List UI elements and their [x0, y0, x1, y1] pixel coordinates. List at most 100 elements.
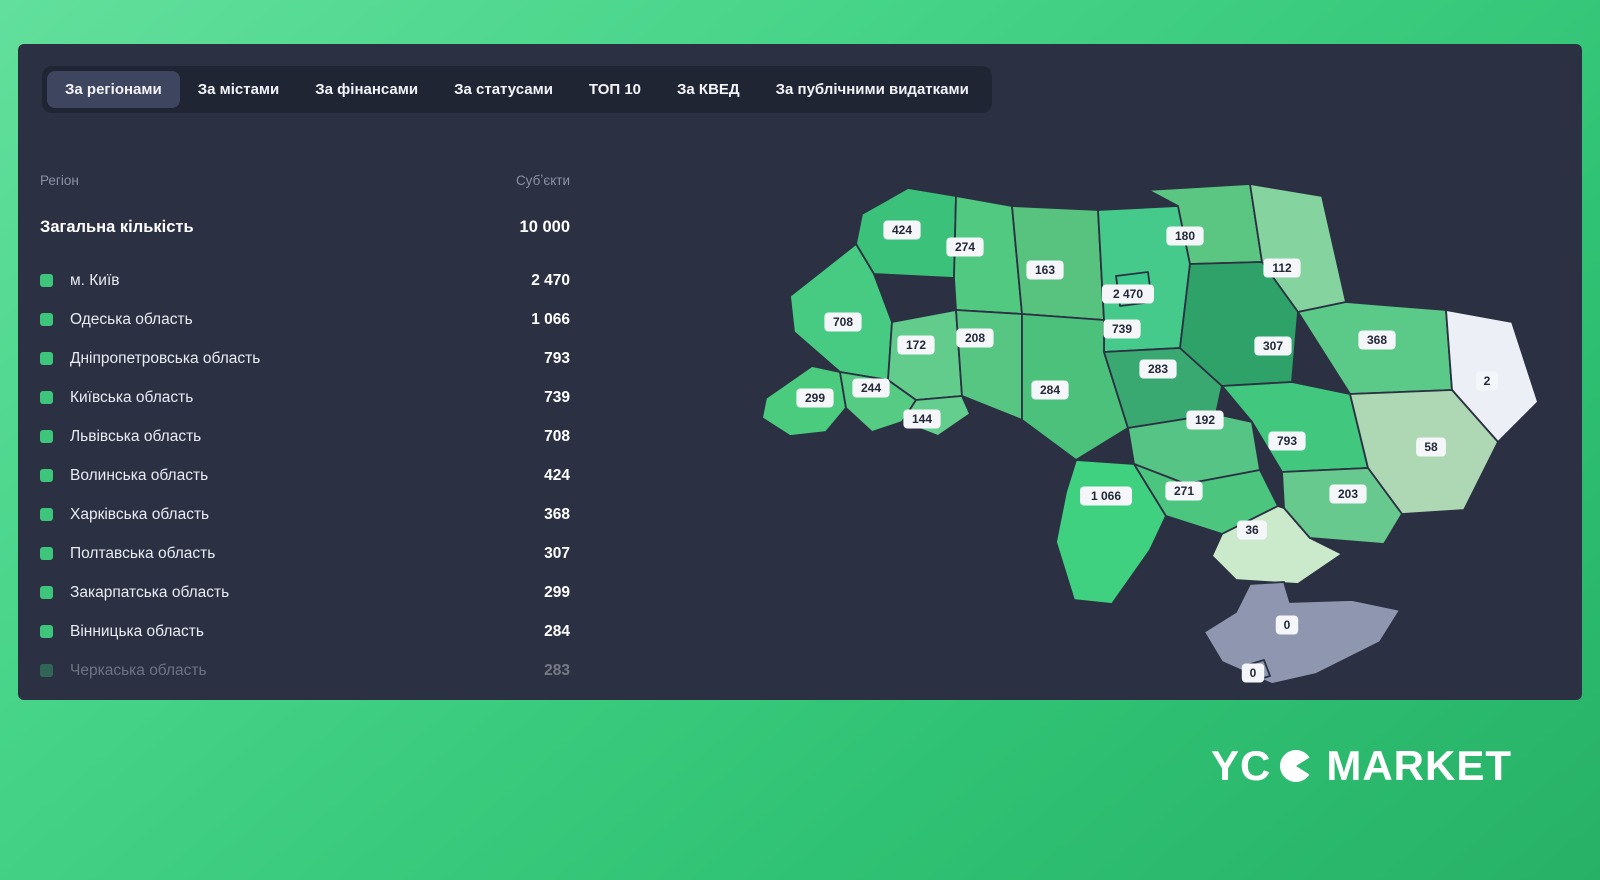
map-region-crimea[interactable]: [1203, 581, 1401, 685]
region-name: Черкаська область: [70, 661, 207, 679]
region-value: 299: [544, 583, 570, 601]
map-value-label-sumy: 112: [1263, 258, 1301, 278]
map-value-label-kyiv-city: 2 470: [1102, 284, 1154, 304]
map-value-label-cherkasy: 283: [1139, 359, 1177, 379]
column-header-region: Регіон: [40, 173, 79, 188]
region-color-swatch: [40, 508, 53, 521]
region-name: Дніпропетровська область: [70, 349, 261, 367]
svg-text:271: 271: [1174, 484, 1194, 498]
region-table: Регіон Субʼєкти Загальна кількість 10 00…: [40, 171, 570, 690]
svg-text:0: 0: [1250, 666, 1257, 680]
map-value-label-luhansk: 2: [1475, 371, 1499, 391]
region-value: 368: [544, 505, 570, 523]
region-name: Закарпатська область: [70, 583, 230, 601]
tab-finances[interactable]: За фінансами: [297, 71, 436, 108]
map-value-label-zakarpattia: 299: [796, 388, 834, 408]
tab-bar: За регіонами За містами За фінансами За ста…: [42, 66, 992, 113]
map-value-label-kherson: 36: [1237, 520, 1267, 540]
map-value-label-sevastopol: 0: [1241, 663, 1265, 683]
map-value-label-chernihiv: 180: [1166, 226, 1204, 246]
map-value-label-ternopil: 172: [897, 335, 935, 355]
region-color-swatch: [40, 430, 53, 443]
svg-text:36: 36: [1245, 523, 1259, 537]
tab-cities[interactable]: За містами: [180, 71, 298, 108]
svg-text:172: 172: [906, 338, 926, 352]
tab-regions[interactable]: За регіонами: [47, 71, 180, 108]
svg-text:283: 283: [1148, 362, 1168, 376]
map-value-label-volyn: 424: [883, 220, 921, 240]
tab-statuses[interactable]: За статусами: [436, 71, 571, 108]
column-header-subjects: Субʼєкти: [515, 173, 570, 188]
map-container: 424 274 163 739 2 470 180 112 708 172 208 284 283 30…: [750, 170, 1550, 700]
logo-yc-text: YC: [1210, 742, 1272, 789]
svg-text:299: 299: [805, 391, 825, 405]
tab-kved[interactable]: За КВЕД: [659, 71, 758, 108]
region-value: 424: [544, 466, 570, 484]
region-value: 2 470: [531, 271, 570, 289]
map-value-label-mykolaiv: 271: [1165, 481, 1203, 501]
map-value-label-rivne: 274: [946, 237, 984, 257]
map-value-label-chernivtsi: 144: [903, 409, 941, 429]
table-row[interactable]: Закарпатська область 299: [40, 573, 570, 612]
page-background: За регіонами За містами За фінансами За ста…: [0, 0, 1600, 880]
map-region-ternopil[interactable]: [887, 309, 963, 401]
map-value-label-kharkiv: 368: [1358, 330, 1396, 350]
region-value: 739: [544, 388, 570, 406]
table-row[interactable]: Львівська область 708: [40, 417, 570, 456]
region-name: Одеська область: [70, 310, 193, 328]
region-name: Львівська область: [70, 427, 202, 445]
map-value-label-kirovohrad: 192: [1186, 410, 1224, 430]
svg-text:368: 368: [1367, 333, 1387, 347]
region-color-swatch: [40, 664, 53, 677]
table-row[interactable]: Волинська область 424: [40, 456, 570, 495]
region-value: 284: [544, 622, 570, 640]
ukraine-map: 424 274 163 739 2 470 180 112 708 172 208 284 283 30…: [761, 183, 1539, 685]
tab-top-10[interactable]: ТОП 10: [571, 71, 659, 108]
map-value-label-lviv: 708: [824, 312, 862, 332]
table-row[interactable]: Черкаська область 283: [40, 651, 570, 690]
table-row[interactable]: Харківська область 368: [40, 495, 570, 534]
region-color-swatch: [40, 586, 53, 599]
map-value-label-zhytomyr: 163: [1026, 260, 1064, 280]
region-value: 283: [544, 661, 570, 679]
region-value: 793: [544, 349, 570, 367]
region-color-swatch: [40, 547, 53, 560]
svg-text:307: 307: [1263, 339, 1283, 353]
table-row[interactable]: м. Київ 2 470: [40, 261, 570, 300]
svg-text:284: 284: [1040, 383, 1060, 397]
svg-text:708: 708: [833, 315, 853, 329]
table-row[interactable]: Полтавська область 307: [40, 534, 570, 573]
region-color-swatch: [40, 469, 53, 482]
svg-text:2 470: 2 470: [1113, 287, 1143, 301]
table-row[interactable]: Вінницька область 284: [40, 612, 570, 651]
svg-text:424: 424: [892, 223, 912, 237]
svg-text:793: 793: [1277, 434, 1297, 448]
region-name: Київська область: [70, 388, 194, 406]
map-value-label-odesa: 1 066: [1080, 486, 1132, 506]
table-row[interactable]: Київська область 739: [40, 378, 570, 417]
svg-text:244: 244: [861, 381, 881, 395]
region-color-swatch: [40, 274, 53, 287]
region-name: м. Київ: [70, 271, 120, 289]
map-value-label-crimea: 0: [1275, 615, 1299, 635]
map-value-label-kyiv-oblast: 739: [1103, 319, 1141, 339]
table-header: Регіон Субʼєкти: [40, 171, 570, 191]
table-row[interactable]: Дніпропетровська область 793: [40, 339, 570, 378]
svg-text:208: 208: [965, 331, 985, 345]
map-value-label-dnipro: 793: [1268, 431, 1306, 451]
total-value: 10 000: [519, 218, 570, 236]
svg-text:192: 192: [1195, 413, 1215, 427]
map-value-label-zaporizhzhia: 203: [1329, 484, 1367, 504]
dashboard-panel: За регіонами За містами За фінансами За ста…: [18, 44, 1582, 700]
map-value-label-vinnytsia: 284: [1031, 380, 1069, 400]
region-color-swatch: [40, 352, 53, 365]
svg-text:2: 2: [1484, 374, 1491, 388]
map-value-label-donetsk: 58: [1416, 437, 1446, 457]
tab-public-spending[interactable]: За публічними видатками: [758, 71, 987, 108]
region-value: 1 066: [531, 310, 570, 328]
region-name: Вінницька область: [70, 622, 204, 640]
svg-text:0: 0: [1284, 618, 1291, 632]
svg-text:58: 58: [1424, 440, 1438, 454]
svg-text:144: 144: [912, 412, 932, 426]
table-row[interactable]: Одеська область 1 066: [40, 300, 570, 339]
